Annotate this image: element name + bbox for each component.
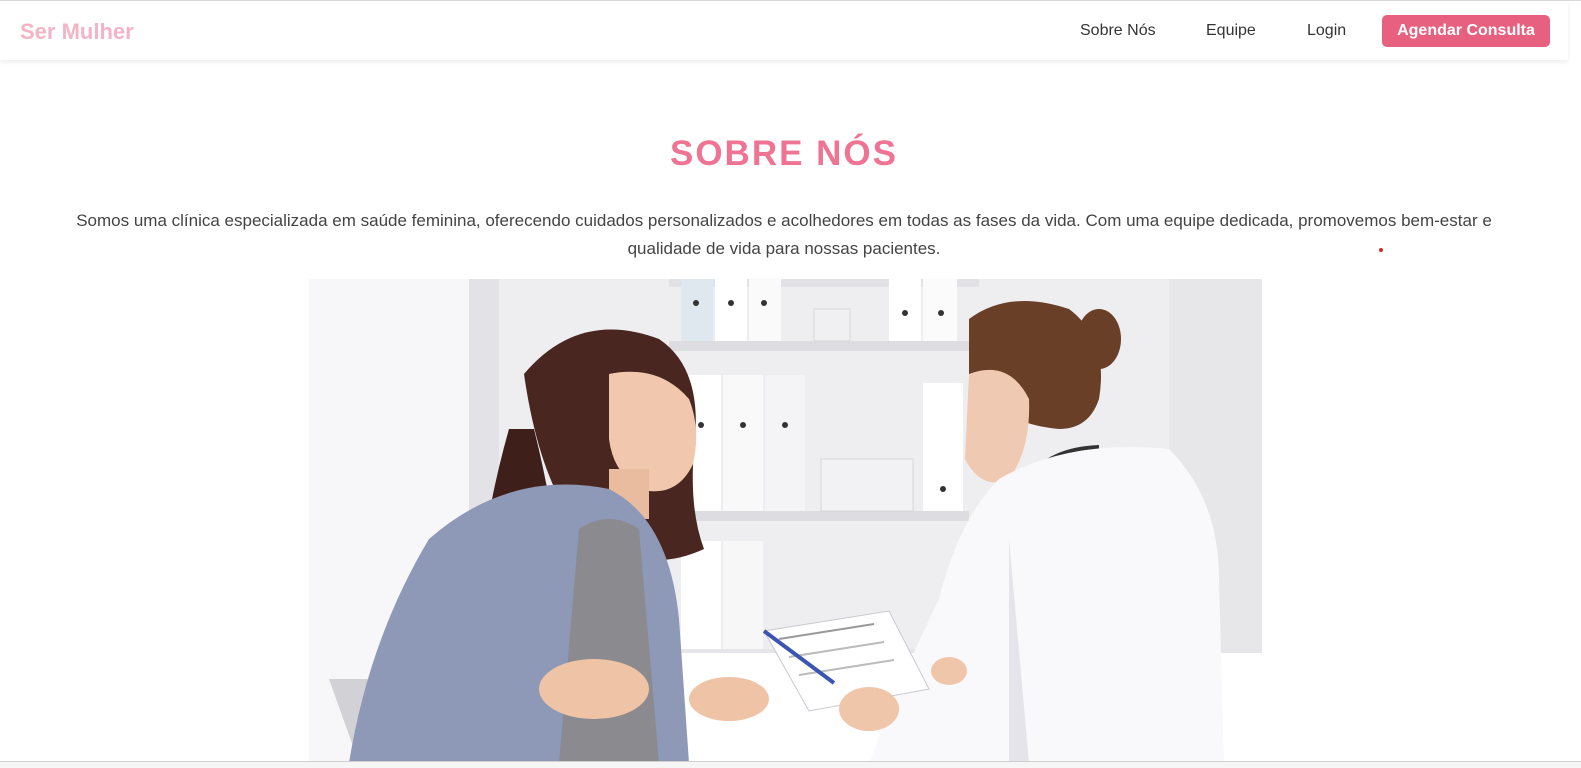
cursor-dot: [1379, 248, 1383, 252]
page: Ser Mulher Sobre Nós Equipe Login Agenda…: [0, 0, 1581, 768]
site-logo[interactable]: Ser Mulher: [20, 19, 134, 45]
about-section-description: Somos uma clínica especializada em saúde…: [76, 211, 1492, 258]
nav-link-sobre-nos[interactable]: Sobre Nós: [1080, 21, 1156, 41]
consultation-illustration: [309, 279, 1262, 763]
schedule-appointment-button[interactable]: Agendar Consulta: [1382, 15, 1550, 47]
clinic-consultation-photo: [309, 279, 1262, 763]
top-navbar: Ser Mulher Sobre Nós Equipe Login Agenda…: [0, 1, 1568, 60]
page-bottom-edge: [0, 761, 1581, 768]
nav-link-login[interactable]: Login: [1307, 21, 1346, 41]
nav-link-equipe[interactable]: Equipe: [1206, 21, 1256, 41]
about-section-title: SOBRE NÓS: [669, 134, 899, 173]
